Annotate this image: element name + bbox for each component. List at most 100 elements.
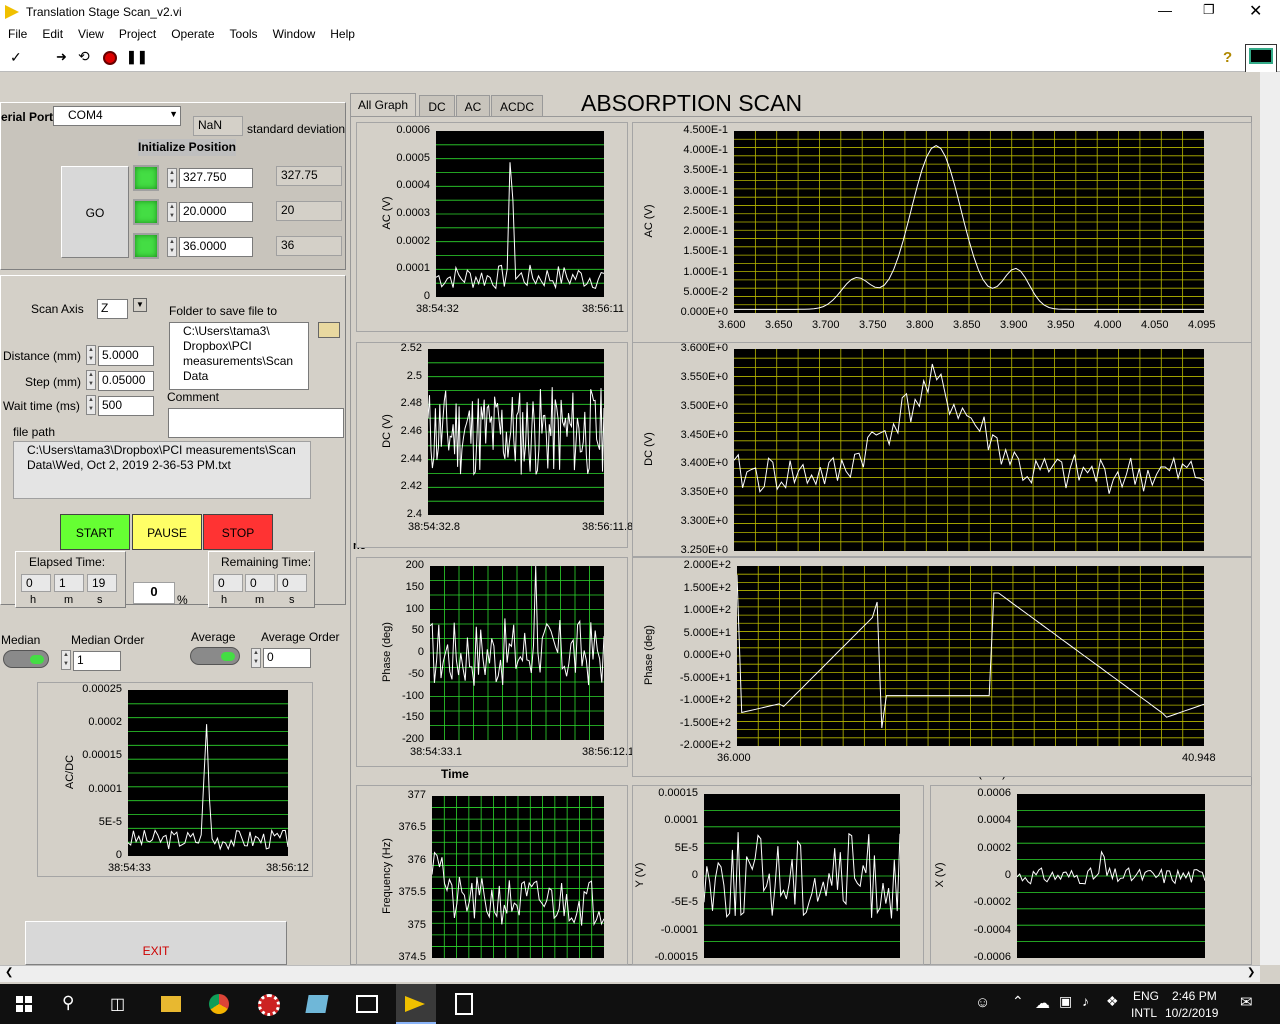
show-hidden-icons[interactable]: ⌃ bbox=[1012, 993, 1024, 1010]
x-plot-area[interactable] bbox=[1017, 794, 1205, 958]
network-icon[interactable]: ▣ bbox=[1059, 993, 1072, 1010]
serial-port-select[interactable]: COM4 ▼ bbox=[53, 106, 181, 126]
menu-tools[interactable]: Tools bbox=[222, 24, 265, 41]
position-input-2[interactable]: 20.0000 bbox=[179, 202, 253, 222]
wait-time-spinner[interactable]: ▲ ▼ bbox=[86, 395, 96, 415]
dropbox-icon[interactable]: ❖ bbox=[1106, 993, 1119, 1010]
help-icon[interactable]: ? bbox=[1223, 49, 1232, 66]
menu-view[interactable]: View bbox=[70, 24, 111, 41]
dc-time-plot-area[interactable] bbox=[428, 349, 604, 515]
tab-dc[interactable]: DC bbox=[419, 95, 455, 117]
step-spinner[interactable]: ▲ ▼ bbox=[86, 370, 96, 390]
start-button[interactable]: START bbox=[60, 514, 130, 550]
volume-icon[interactable]: ♪ bbox=[1082, 993, 1089, 1009]
exit-button[interactable]: EXIT bbox=[25, 921, 287, 965]
ac-dist-plot-area[interactable] bbox=[734, 131, 1204, 313]
distance-input[interactable]: 5.0000 bbox=[98, 346, 154, 366]
menu-help[interactable]: Help bbox=[322, 24, 362, 41]
horizontal-scrollbar[interactable]: ❮ ❯ bbox=[0, 965, 1260, 982]
ac-time-plot-area[interactable] bbox=[436, 131, 604, 297]
app-icon-red[interactable] bbox=[258, 994, 280, 1016]
position-input-3[interactable]: 36.0000 bbox=[179, 237, 253, 257]
vertical-scrollbar[interactable] bbox=[1260, 72, 1280, 965]
run-continuously-icon[interactable]: ⟲ bbox=[78, 48, 90, 65]
median-order-spinner[interactable]: ▲ ▼ bbox=[61, 650, 71, 670]
window-title: Translation Stage Scan_v2.vi bbox=[26, 5, 182, 19]
dropdown-arrow-icon[interactable]: ▼ bbox=[169, 109, 178, 119]
labview-taskbar-icon[interactable] bbox=[396, 984, 436, 1024]
photos-icon[interactable] bbox=[356, 995, 378, 1013]
phase-time-plot-area[interactable] bbox=[430, 566, 604, 740]
median-order-input[interactable]: 1 bbox=[73, 651, 121, 671]
stop-button[interactable]: STOP bbox=[203, 514, 273, 550]
y-plot-area[interactable] bbox=[704, 794, 900, 958]
y-tick-label: 2.500E-1 bbox=[683, 204, 728, 217]
file-explorer-icon[interactable] bbox=[161, 996, 181, 1012]
maximize-icon[interactable]: ❐ bbox=[1203, 2, 1215, 18]
menu-window[interactable]: Window bbox=[265, 24, 323, 41]
abort-icon[interactable] bbox=[103, 51, 117, 65]
cloud-icon[interactable]: ☁ bbox=[1035, 994, 1050, 1012]
phase-time-svg bbox=[430, 566, 604, 740]
position-input-1[interactable]: 327.750 bbox=[179, 168, 253, 188]
phase-dist-plot-area[interactable] bbox=[737, 566, 1204, 746]
tab-acdc[interactable]: ACDC bbox=[491, 95, 543, 117]
app-icon-blue[interactable] bbox=[305, 995, 329, 1013]
folder-path-field[interactable]: C:\Users\tama3\ Dropbox\PCI measurements… bbox=[169, 322, 309, 390]
position-spinner-1[interactable]: ▲ ▼ bbox=[167, 168, 177, 188]
step-input[interactable]: 0.05000 bbox=[98, 371, 154, 391]
position-display-1: 327.75 bbox=[276, 166, 342, 186]
checkmark-icon[interactable]: ✓ bbox=[10, 49, 22, 66]
pause-button[interactable]: PAUSE bbox=[132, 514, 202, 550]
run-arrow-icon[interactable]: ➜ bbox=[56, 49, 67, 65]
search-icon[interactable]: ⚲ bbox=[62, 993, 74, 1013]
language-eng[interactable]: ENG bbox=[1133, 989, 1159, 1003]
clock-time[interactable]: 2:46 PM bbox=[1172, 989, 1217, 1003]
language-intl[interactable]: INTL bbox=[1131, 1006, 1157, 1020]
dc-dist-plot-area[interactable] bbox=[734, 349, 1204, 551]
scan-axis-dropdown-icon[interactable]: ▼ bbox=[133, 298, 147, 312]
average-order-spinner[interactable]: ▲ ▼ bbox=[251, 648, 261, 668]
freq-plot-area[interactable] bbox=[432, 796, 604, 958]
remaining-time-label: Remaining Time: bbox=[221, 555, 312, 569]
minimize-icon[interactable]: — bbox=[1158, 2, 1172, 18]
median-toggle[interactable] bbox=[3, 650, 49, 668]
menu-file[interactable]: File bbox=[0, 24, 34, 41]
position-spinner-2[interactable]: ▲ ▼ bbox=[167, 202, 177, 222]
x-tick-label: 38:54:33 bbox=[108, 862, 151, 874]
scroll-left-icon[interactable]: ❮ bbox=[5, 967, 13, 978]
chrome-icon[interactable] bbox=[209, 994, 229, 1014]
dc-dist-svg bbox=[734, 349, 1204, 551]
scroll-right-icon[interactable]: ❯ bbox=[1247, 967, 1255, 978]
folder-browse-icon[interactable] bbox=[318, 322, 340, 338]
tab-all-graph[interactable]: All Graph bbox=[350, 93, 416, 117]
tab-ac[interactable]: AC bbox=[456, 95, 490, 117]
y-tick-label: -0.0004 bbox=[973, 923, 1011, 936]
menu-project[interactable]: Project bbox=[111, 24, 163, 41]
menu-edit[interactable]: Edit bbox=[34, 24, 70, 41]
x-tick-label: 38:54:33.1 bbox=[410, 746, 462, 758]
pause-icon[interactable]: ❚❚ bbox=[126, 49, 148, 65]
x-tick-label: 38:56:12 bbox=[266, 862, 309, 874]
initialize-position-label: Initialize Position bbox=[138, 139, 236, 156]
calculator-icon[interactable] bbox=[455, 993, 473, 1015]
distance-spinner[interactable]: ▲ ▼ bbox=[86, 345, 96, 365]
close-icon[interactable]: ✕ bbox=[1249, 1, 1262, 21]
windows-start-icon[interactable] bbox=[16, 996, 32, 1012]
average-toggle[interactable] bbox=[190, 647, 240, 665]
scan-axis-select[interactable]: Z bbox=[97, 299, 128, 319]
wait-time-input[interactable]: 500 bbox=[98, 396, 154, 416]
acdc-plot-area[interactable] bbox=[128, 690, 288, 856]
clock-date[interactable]: 10/2/2019 bbox=[1165, 1006, 1218, 1020]
notification-icon[interactable]: ✉ bbox=[1240, 993, 1253, 1011]
people-icon[interactable]: ☺ bbox=[975, 994, 990, 1011]
menu-operate[interactable]: Operate bbox=[163, 24, 221, 41]
go-button[interactable]: GO bbox=[61, 166, 129, 258]
average-order-input[interactable]: 0 bbox=[263, 648, 311, 668]
comment-input[interactable] bbox=[168, 408, 344, 438]
median-order-value: 1 bbox=[77, 653, 84, 667]
task-view-icon[interactable]: ◫ bbox=[110, 994, 125, 1014]
serial-port-value: COM4 bbox=[68, 108, 103, 122]
median-order-label: Median Order bbox=[71, 633, 145, 647]
position-spinner-3[interactable]: ▲ ▼ bbox=[167, 237, 177, 257]
